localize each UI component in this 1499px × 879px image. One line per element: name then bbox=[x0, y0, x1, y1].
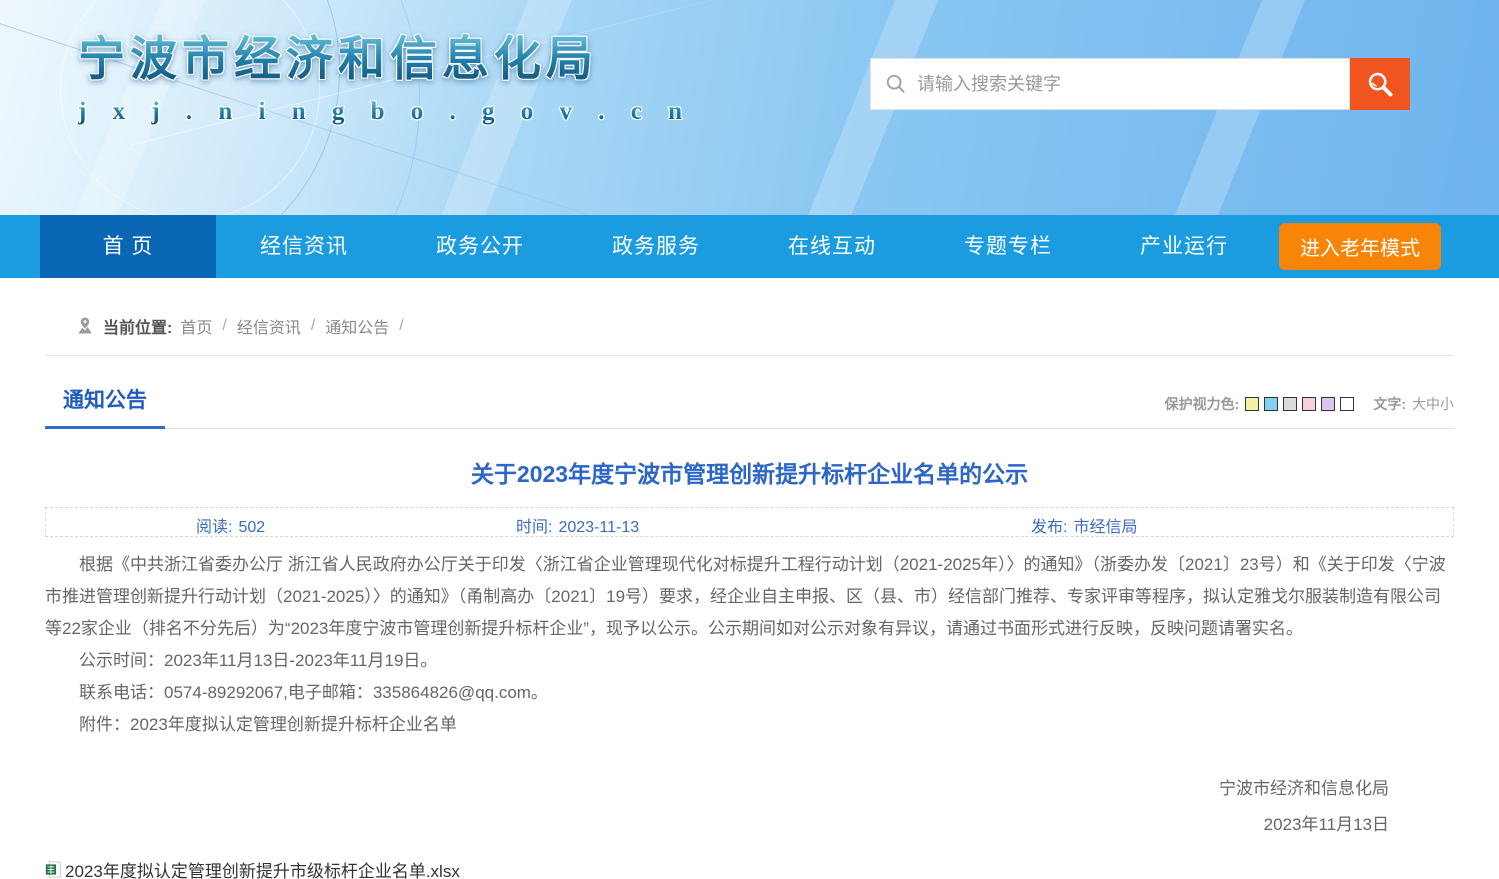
site-logo-url: j x j . n i n g b o . g o v . c n bbox=[78, 98, 692, 126]
article-paragraph: 根据《中共浙江省委办公厅 浙江省人民政府办公厅关于印发〈浙江省企业管理现代化对标… bbox=[45, 549, 1454, 645]
signature-date: 2023年11月13日 bbox=[45, 807, 1389, 843]
nav-item-interaction[interactable]: 在线互动 bbox=[744, 215, 920, 278]
section-bar: 通知公告 保护视力色: 文字: 大 中 小 bbox=[45, 374, 1454, 429]
excel-file-icon bbox=[45, 861, 62, 878]
search-button[interactable] bbox=[1350, 58, 1410, 110]
breadcrumb-separator: / bbox=[222, 317, 226, 335]
article-signature: 宁波市经济和信息化局 2023年11月13日 bbox=[45, 771, 1454, 843]
nav-item-special[interactable]: 专题专栏 bbox=[920, 215, 1096, 278]
meta-time: 时间:2023-11-13 bbox=[516, 513, 639, 537]
nav-item-gov-service[interactable]: 政务服务 bbox=[568, 215, 744, 278]
breadcrumb-separator: / bbox=[311, 317, 315, 335]
breadcrumb-link-home[interactable]: 首页 bbox=[180, 314, 212, 338]
article-paragraph: 公示时间：2023年11月13日-2023年11月19日。 bbox=[45, 645, 1454, 677]
site-logo-title: 宁波市经济和信息化局 bbox=[78, 32, 692, 88]
eye-protect-swatch-gray[interactable] bbox=[1283, 397, 1297, 411]
font-size-large[interactable]: 大 bbox=[1412, 394, 1426, 414]
font-size-label: 文字: bbox=[1373, 394, 1406, 414]
meta-reads: 阅读:502 bbox=[196, 513, 265, 537]
breadcrumb: 当前位置: 首页 / 经信资讯 / 通知公告 / bbox=[45, 278, 1454, 356]
nav-item-industry[interactable]: 产业运行 bbox=[1096, 215, 1272, 278]
eye-protect-swatch-purple[interactable] bbox=[1321, 397, 1335, 411]
breadcrumb-separator: / bbox=[399, 317, 403, 335]
main-nav: 首 页 经信资讯 政务公开 政务服务 在线互动 专题专栏 产业运行 进入老年模式 bbox=[0, 215, 1499, 278]
eye-protect-swatch-blue[interactable] bbox=[1264, 397, 1278, 411]
article-body: 根据《中共浙江省委办公厅 浙江省人民政府办公厅关于印发〈浙江省企业管理现代化对标… bbox=[45, 549, 1454, 741]
search-box bbox=[870, 58, 1350, 110]
attachment-filename: 2023年度拟认定管理创新提升市级标杆企业名单.xlsx bbox=[65, 857, 460, 879]
nav-item-news[interactable]: 经信资讯 bbox=[216, 215, 392, 278]
search-input[interactable] bbox=[917, 74, 1335, 95]
article-paragraph: 联系电话：0574-89292067,电子邮箱：335864826@qq.com… bbox=[45, 677, 1454, 709]
signature-org: 宁波市经济和信息化局 bbox=[45, 771, 1389, 807]
search-button-icon bbox=[1366, 70, 1394, 98]
breadcrumb-link-notice[interactable]: 通知公告 bbox=[325, 314, 389, 338]
font-size-medium[interactable]: 中 bbox=[1426, 394, 1440, 414]
eye-protect-swatch-white[interactable] bbox=[1340, 397, 1354, 411]
article-meta: 阅读:502 时间:2023-11-13 发布:市经信局 bbox=[45, 507, 1454, 537]
article-title: 关于2023年度宁波市管理创新提升标杆企业名单的公示 bbox=[45, 455, 1454, 489]
eye-protect-label: 保护视力色: bbox=[1165, 394, 1240, 414]
article-paragraph: 附件：2023年度拟认定管理创新提升标杆企业名单 bbox=[45, 709, 1454, 741]
section-title: 通知公告 bbox=[45, 374, 165, 429]
location-pin-icon bbox=[75, 316, 95, 336]
font-size-small[interactable]: 小 bbox=[1440, 394, 1454, 414]
attachment-link[interactable]: 2023年度拟认定管理创新提升市级标杆企业名单.xlsx bbox=[45, 857, 1454, 879]
meta-publisher: 发布:市经信局 bbox=[1031, 513, 1137, 537]
elderly-mode-button[interactable]: 进入老年模式 bbox=[1279, 223, 1441, 270]
view-tools: 保护视力色: 文字: 大 中 小 bbox=[1165, 394, 1454, 428]
page-content: 当前位置: 首页 / 经信资讯 / 通知公告 / 通知公告 保护视力色: 文字:… bbox=[45, 278, 1454, 879]
site-header: 宁波市经济和信息化局 j x j . n i n g b o . g o v .… bbox=[0, 0, 1499, 215]
site-search bbox=[870, 58, 1410, 110]
nav-item-home[interactable]: 首 页 bbox=[40, 215, 216, 278]
breadcrumb-link-news[interactable]: 经信资讯 bbox=[237, 314, 301, 338]
search-icon bbox=[885, 73, 907, 95]
eye-protect-swatch-pink[interactable] bbox=[1302, 397, 1316, 411]
eye-protect-swatch-yellow[interactable] bbox=[1245, 397, 1259, 411]
nav-item-gov-open[interactable]: 政务公开 bbox=[392, 215, 568, 278]
site-logo[interactable]: 宁波市经济和信息化局 j x j . n i n g b o . g o v .… bbox=[78, 32, 692, 126]
breadcrumb-label: 当前位置: bbox=[103, 314, 172, 338]
